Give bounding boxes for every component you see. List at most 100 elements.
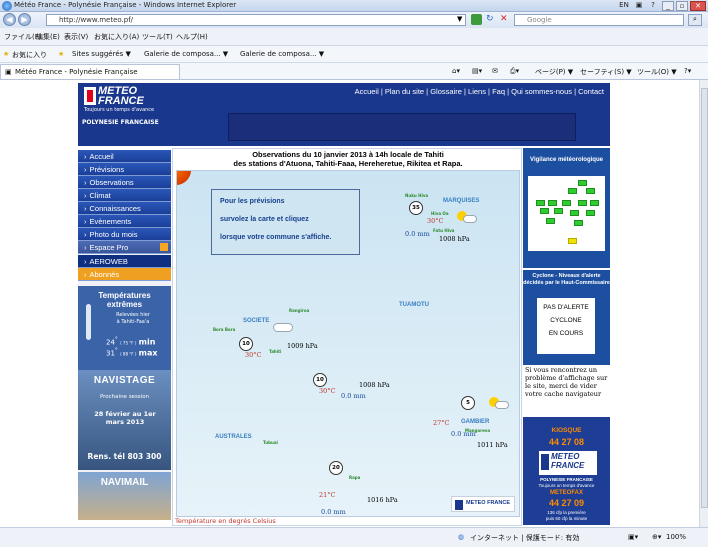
minimize-button[interactable]: _ [662, 1, 674, 11]
topnav-qui[interactable]: Qui sommes-nous [511, 87, 572, 96]
zoom-level[interactable]: 100% [666, 533, 686, 541]
meteo-france-logo[interactable]: METEO FRANCE Toujours un temps d'avance [82, 85, 154, 115]
archipelago-gambier[interactable]: GAMBIER [461, 419, 489, 425]
station-rapa-wind[interactable]: 20 [329, 461, 343, 475]
vigilance-zone[interactable] [578, 200, 587, 206]
vigilance-zone[interactable] [578, 180, 587, 186]
url-input[interactable]: http://www.meteo.pf/ [46, 14, 466, 26]
nav-aeroweb[interactable]: AEROWEB [78, 255, 171, 268]
feeds-icon[interactable]: ▤▾ [472, 67, 482, 75]
tools-menu[interactable]: ツール(O) ▼ [637, 67, 677, 77]
help-menu-icon[interactable]: ?▾ [684, 67, 691, 75]
island-rapa[interactable]: Rapa [349, 475, 360, 480]
zoom-icon[interactable]: ⊕▾ [652, 533, 661, 541]
search-input[interactable]: Google [514, 14, 684, 26]
menu-edit[interactable]: 編集(E) [36, 32, 60, 42]
vigilance-zone[interactable] [546, 218, 555, 224]
navimail-banner[interactable]: NAVIMAIL [78, 472, 171, 520]
island-hiva-oa[interactable]: Hiva Oa [431, 211, 449, 216]
home-icon[interactable]: ⌂▾ [452, 67, 460, 75]
station-tahiti-wind[interactable]: 10 [239, 337, 253, 351]
protected-mode-icon[interactable]: ▣▾ [628, 533, 638, 541]
vigilance-zone[interactable] [586, 188, 595, 194]
refresh-icon[interactable]: ↻ [486, 14, 497, 25]
polynesia-map[interactable]: Pour les prévisions survolez la carte et… [176, 170, 520, 517]
island-bora-bora[interactable]: Bora Bora [213, 327, 235, 332]
island-nuku-hiva[interactable]: Nuku Hiva [405, 193, 428, 198]
vigilance-zone[interactable] [570, 210, 579, 216]
station-rikitea-wind[interactable]: 5 [461, 396, 475, 410]
fav-galerie-1[interactable]: Galerie de composa... ▼ [144, 50, 228, 58]
archipelago-tuamotu[interactable]: TUAMOTU [399, 302, 429, 308]
nav-evenements[interactable]: Evènements [78, 215, 171, 228]
nav-abonnes[interactable]: Abonnés [78, 268, 171, 281]
navistage-banner[interactable]: NAVISTAGE Prochaine session 28 février a… [78, 370, 171, 470]
ime-icon[interactable]: ▣ [634, 1, 644, 11]
mail-icon[interactable]: ✉ [492, 67, 498, 75]
nav-espace-pro[interactable]: Espace Pro [78, 241, 171, 254]
island-fatu-hiva[interactable]: Fatu Hiva [433, 228, 454, 233]
forward-button[interactable]: ▶ [18, 13, 31, 26]
vigilance-zone[interactable] [568, 188, 577, 194]
tab-meteo[interactable]: ▣ Météo France - Polynésie Française [0, 64, 180, 79]
temperatures-extremes[interactable]: Températures extrêmes Relevées hier à Ta… [78, 286, 171, 370]
topnav-glossaire[interactable]: Glossaire [430, 87, 462, 96]
archipelago-australes[interactable]: AUSTRALES [215, 434, 252, 440]
stop-icon[interactable]: ✕ [500, 14, 511, 25]
topnav-liens[interactable]: Liens [468, 87, 486, 96]
fav-galerie-2[interactable]: Galerie de composa... ▼ [240, 50, 324, 58]
search-icon[interactable]: ⌕ [688, 14, 702, 26]
url-dropdown-icon[interactable]: ▼ [457, 15, 462, 23]
scrollbar-thumb[interactable] [701, 88, 708, 508]
vigilance-zone[interactable] [536, 200, 545, 206]
menu-help[interactable]: ヘルプ(H) [176, 32, 208, 42]
vigilance-panel[interactable]: Vigilance météorologique [523, 148, 610, 268]
menu-tools[interactable]: ツール(T) [142, 32, 173, 42]
nav-observations[interactable]: Observations [78, 176, 171, 189]
topnav-accueil[interactable]: Accueil [355, 87, 379, 96]
print-icon[interactable]: ⎙▾ [510, 67, 519, 76]
vigilance-zone[interactable] [574, 220, 583, 226]
island-tubuai[interactable]: Tubuai [263, 440, 278, 445]
security-zone[interactable]: インターネット | 保護モード: 有効 [470, 533, 579, 543]
maximize-button[interactable]: ▫ [676, 1, 688, 11]
compatibility-icon[interactable] [471, 14, 482, 25]
vigilance-zone[interactable] [554, 208, 563, 214]
station-hereheretue-wind[interactable]: 10 [313, 373, 327, 387]
archipelago-marquises[interactable]: MARQUISES [443, 198, 479, 204]
help-icon[interactable]: ? [648, 1, 658, 11]
vigilance-zone-yellow[interactable] [568, 238, 577, 244]
nav-connaissances[interactable]: Connaissances [78, 202, 171, 215]
nav-photo[interactable]: Photo du mois [78, 228, 171, 241]
add-favorite-icon[interactable]: ★ [58, 50, 64, 58]
archipelago-societe[interactable]: SOCIETE [243, 318, 269, 324]
vigilance-zone[interactable] [548, 200, 557, 206]
kiosque-banner[interactable]: KIOSQUE 44 27 08 METEO FRANCE POLYNESIE … [523, 417, 610, 525]
close-button[interactable]: ✕ [690, 1, 706, 11]
vigilance-zone[interactable] [590, 200, 599, 206]
nav-previsions[interactable]: Prévisions [78, 163, 171, 176]
favorites-button[interactable]: お気に入り [12, 50, 47, 60]
vertical-scrollbar[interactable] [699, 80, 708, 527]
topnav-plan[interactable]: Plan du site [385, 87, 424, 96]
back-button[interactable]: ◀ [3, 13, 16, 26]
nav-climat[interactable]: Climat [78, 189, 171, 202]
menu-favorites[interactable]: お気に入り(A) [94, 32, 139, 42]
island-tahiti[interactable]: Tahiti [269, 349, 281, 354]
favorites-star-icon[interactable]: ★ [3, 50, 9, 58]
vigilance-zone[interactable] [586, 210, 595, 216]
nav-accueil[interactable]: Accueil [78, 150, 171, 163]
topnav-faq[interactable]: Faq [492, 87, 505, 96]
vigilance-zone[interactable] [562, 200, 571, 206]
menu-view[interactable]: 表示(V) [64, 32, 88, 42]
page-menu[interactable]: ページ(P) ▼ [535, 67, 573, 77]
fav-sites-suggeres[interactable]: Sites suggérés ▼ [72, 50, 131, 58]
safety-menu[interactable]: セーフティ(S) ▼ [580, 67, 632, 77]
cyclone-alert-panel[interactable]: Cyclone - Niveaux d'alerte décidés par l… [523, 270, 610, 365]
vigilance-map[interactable] [528, 176, 605, 251]
station-atuona-wind[interactable]: 35 [409, 201, 423, 215]
topnav-contact[interactable]: Contact [578, 87, 604, 96]
island-rangiroa[interactable]: Rangiroa [289, 308, 309, 313]
language-indicator[interactable]: EN [617, 1, 631, 11]
vigilance-zone[interactable] [540, 208, 549, 214]
